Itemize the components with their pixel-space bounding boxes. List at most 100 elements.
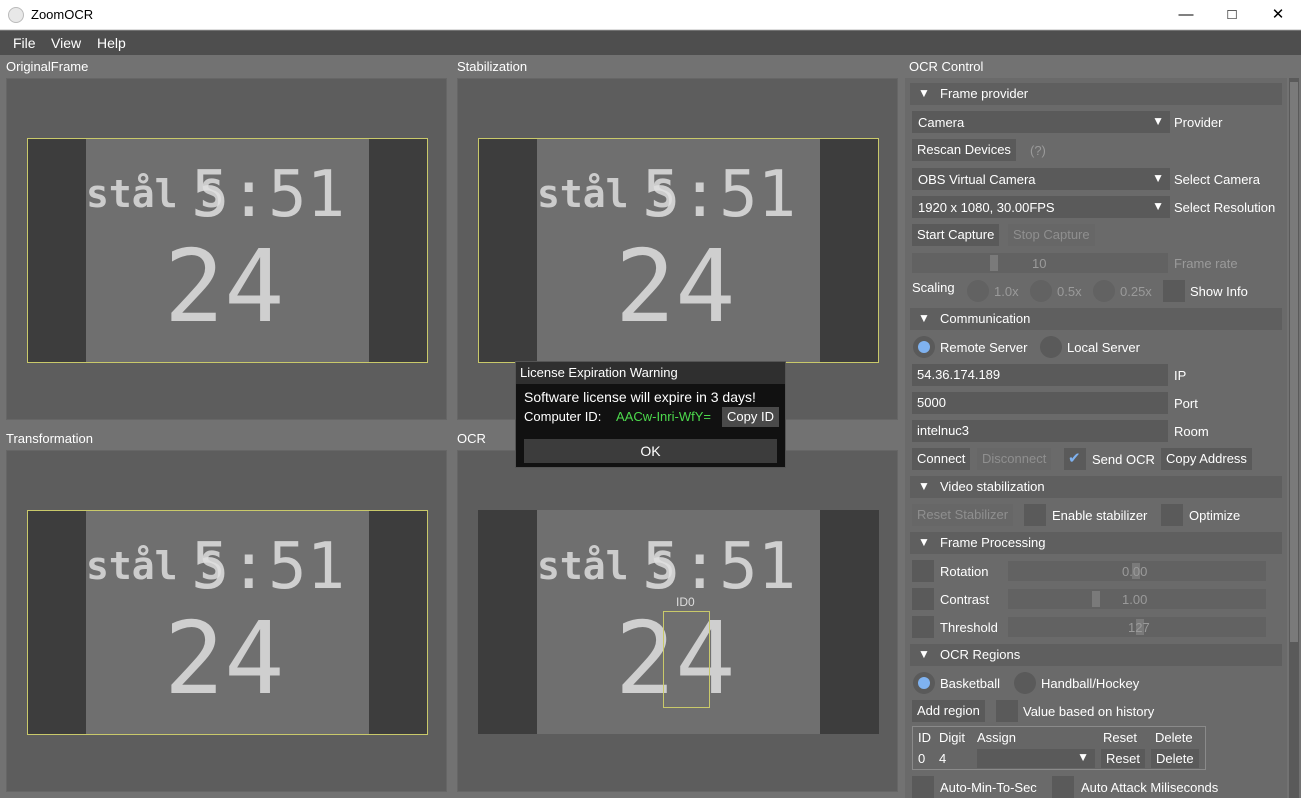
close-icon[interactable]: ✕ [1255, 0, 1301, 30]
frame-outline [27, 510, 428, 735]
section-label: Video stabilization [940, 479, 1045, 494]
scale-1-label: 1.0x [994, 284, 1019, 299]
menu-file[interactable]: File [13, 35, 36, 51]
collapse-arrow-icon: ▼ [918, 86, 930, 100]
show-info-label: Show Info [1190, 284, 1248, 299]
collapse-arrow-icon: ▼ [918, 311, 930, 325]
resolution-value: 1920 x 1080, 30.00FPS [918, 200, 1055, 215]
scaling-label: Scaling [912, 280, 955, 295]
local-server-radio[interactable] [1040, 336, 1062, 358]
ip-field[interactable]: 54.36.174.189 [912, 364, 1168, 386]
scale-1-radio[interactable] [967, 280, 989, 302]
handball-label: Handball/Hockey [1041, 676, 1140, 691]
send-ocr-checkbox[interactable] [1064, 448, 1086, 470]
section-frame-provider[interactable]: ▼ Frame provider [910, 83, 1282, 105]
provider-select[interactable]: Camera ▼ [912, 111, 1170, 133]
history-checkbox[interactable] [996, 700, 1018, 722]
rotation-slider[interactable]: 0.00 [1008, 561, 1266, 581]
show-info-checkbox[interactable] [1163, 280, 1185, 302]
contrast-slider[interactable]: 1.00 [1008, 589, 1266, 609]
frame-outline [27, 138, 428, 363]
contrast-checkbox[interactable] [912, 588, 934, 610]
frame-rate-label: Frame rate [1174, 256, 1238, 271]
menu-view[interactable]: View [51, 35, 81, 51]
add-region-button[interactable]: Add region [912, 700, 985, 722]
auto-min-checkbox[interactable] [912, 776, 934, 798]
maximize-icon[interactable]: □ [1209, 0, 1255, 30]
threshold-value: 127 [1128, 620, 1150, 635]
connect-button[interactable]: Connect [912, 448, 971, 470]
frame-rate-slider[interactable]: 10 [912, 253, 1168, 273]
local-server-label: Local Server [1067, 340, 1140, 355]
section-label: Frame provider [940, 86, 1029, 101]
row-digit[interactable]: 4 [939, 751, 946, 766]
start-capture-button[interactable]: Start Capture [912, 224, 1000, 246]
collapse-arrow-icon: ▼ [918, 647, 930, 661]
optimize-checkbox[interactable] [1161, 504, 1183, 526]
provider-value: Camera [918, 115, 965, 130]
minimize-icon[interactable]: — [1163, 0, 1209, 30]
dropdown-arrow-icon: ▼ [1152, 114, 1164, 128]
section-video-stabilization[interactable]: ▼ Video stabilization [910, 476, 1282, 498]
section-label: Communication [940, 311, 1031, 326]
enable-stabilizer-checkbox[interactable] [1024, 504, 1046, 526]
slider-knob[interactable] [990, 255, 998, 271]
row-id: 0 [918, 751, 926, 766]
col-digit: Digit [939, 730, 966, 745]
section-ocr-regions[interactable]: ▼ OCR Regions [910, 644, 1282, 666]
scale-025-radio[interactable] [1093, 280, 1115, 302]
section-frame-processing[interactable]: ▼ Frame Processing [910, 532, 1282, 554]
row-reset-button[interactable]: Reset [1101, 749, 1145, 768]
dropdown-arrow-icon: ▼ [1077, 750, 1089, 764]
rotation-checkbox[interactable] [912, 560, 934, 582]
license-warning-dialog: License Expiration Warning Software lice… [515, 361, 786, 468]
reset-stabilizer-button[interactable]: Reset Stabilizer [912, 504, 1014, 526]
threshold-checkbox[interactable] [912, 616, 934, 638]
col-assign: Assign [977, 730, 1017, 745]
camera-select[interactable]: OBS Virtual Camera ▼ [912, 168, 1170, 190]
stop-capture-button[interactable]: Stop Capture [1008, 224, 1095, 246]
menu-bar: File View Help [0, 31, 1301, 55]
port-field[interactable]: 5000 [912, 392, 1168, 414]
row-delete-button[interactable]: Delete [1151, 749, 1199, 768]
col-delete: Delete [1155, 730, 1193, 745]
ip-label: IP [1174, 368, 1187, 383]
panel-title-transformation: Transformation [6, 431, 93, 446]
transformation-view: stål S 5:51 24 [6, 450, 447, 792]
room-label: Room [1174, 424, 1209, 439]
ocr-region-box[interactable] [663, 611, 710, 708]
control-scrollbar[interactable] [1289, 78, 1299, 798]
frame-outline [478, 138, 879, 363]
basketball-label: Basketball [940, 676, 1000, 691]
col-id: ID [918, 730, 931, 745]
copy-id-button[interactable]: Copy ID [722, 407, 779, 427]
section-communication[interactable]: ▼ Communication [910, 308, 1282, 330]
scrollbar-thumb[interactable] [1290, 82, 1298, 642]
collapse-arrow-icon: ▼ [918, 479, 930, 493]
window-title: ZoomOCR [31, 7, 94, 22]
scale-05-radio[interactable] [1030, 280, 1052, 302]
room-field[interactable]: intelnuc3 [912, 420, 1168, 442]
scale-05-label: 0.5x [1057, 284, 1082, 299]
auto-attack-checkbox[interactable] [1052, 776, 1074, 798]
resolution-select[interactable]: 1920 x 1080, 30.00FPS ▼ [912, 196, 1170, 218]
dialog-message: Software license will expire in 3 days! [524, 389, 756, 405]
rescan-devices-button[interactable]: Rescan Devices [912, 139, 1016, 161]
send-ocr-label: Send OCR [1092, 452, 1155, 467]
basketball-radio[interactable] [913, 672, 935, 694]
assign-select[interactable]: ▼ [977, 749, 1095, 768]
region-label: ID0 [676, 595, 695, 609]
threshold-slider[interactable]: 127 [1008, 617, 1266, 637]
history-label: Value based on history [1023, 704, 1155, 719]
disconnect-button[interactable]: Disconnect [977, 448, 1052, 470]
port-label: Port [1174, 396, 1198, 411]
handball-radio[interactable] [1014, 672, 1036, 694]
slider-knob[interactable] [1092, 591, 1100, 607]
copy-address-button[interactable]: Copy Address [1161, 448, 1252, 470]
ok-button[interactable]: OK [524, 439, 777, 463]
auto-min-label: Auto-Min-To-Sec [940, 780, 1037, 795]
remote-server-radio[interactable] [913, 336, 935, 358]
panel-title-ocr: OCR [457, 431, 486, 446]
menu-help[interactable]: Help [97, 35, 126, 51]
help-icon[interactable]: (?) [1030, 143, 1046, 158]
